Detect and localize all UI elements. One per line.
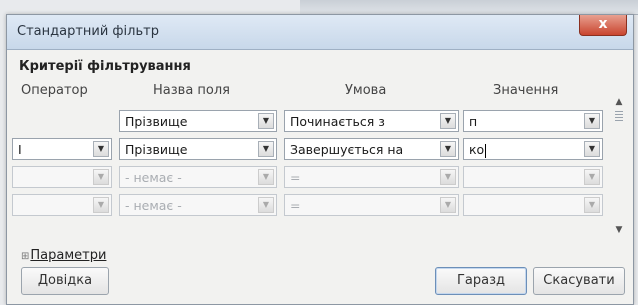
value-combo-2[interactable]: ко ▼ — [463, 138, 603, 160]
filter-criteria-title: Критерії фільтрування — [19, 59, 191, 74]
chevron-down-icon[interactable]: ▼ — [584, 169, 600, 185]
field-name-value: Прізвище — [125, 114, 188, 129]
chevron-down-icon[interactable]: ▼ — [440, 141, 456, 157]
field-name-select-1[interactable]: Прізвище ▼ — [119, 110, 277, 132]
header-field-name: Назва поля — [153, 83, 230, 98]
chevron-down-icon[interactable]: ▼ — [258, 113, 274, 129]
field-name-value: Прізвище — [125, 142, 188, 157]
chevron-down-icon[interactable]: ▼ — [93, 197, 109, 213]
close-button[interactable]: x — [579, 15, 627, 36]
chevron-down-icon[interactable]: ▼ — [584, 113, 600, 129]
value-combo-4[interactable]: ▼ — [463, 194, 603, 216]
scroll-down-icon[interactable]: ▼ — [613, 225, 625, 235]
title-bar: Стандартний фільтр x — [7, 15, 633, 50]
condition-value: = — [290, 198, 301, 213]
chevron-down-icon[interactable]: ▼ — [93, 169, 109, 185]
operator-value: І — [18, 142, 22, 157]
field-name-select-3[interactable]: - немає - ▼ — [119, 166, 277, 188]
value-text: ко — [469, 142, 485, 157]
operator-select-3[interactable]: ▼ — [12, 166, 112, 188]
chevron-down-icon[interactable]: ▼ — [440, 169, 456, 185]
value-combo-3[interactable]: ▼ — [463, 166, 603, 188]
chevron-down-icon[interactable]: ▼ — [258, 197, 274, 213]
chevron-down-icon[interactable]: ▼ — [584, 141, 600, 157]
header-condition: Умова — [345, 83, 387, 98]
chevron-down-icon[interactable]: ▼ — [258, 169, 274, 185]
cancel-button[interactable]: Скасувати — [533, 267, 625, 295]
chevron-down-icon[interactable]: ▼ — [258, 141, 274, 157]
scroll-grip-icon[interactable] — [615, 111, 623, 121]
scroll-up-icon[interactable]: ▲ — [613, 97, 625, 107]
header-value: Значення — [493, 83, 559, 98]
operator-select-4[interactable]: ▼ — [12, 194, 112, 216]
background-window — [300, 0, 638, 15]
criteria-scrollbar[interactable]: ▲ ▼ — [610, 97, 628, 243]
chevron-down-icon[interactable]: ▼ — [93, 141, 109, 157]
chevron-down-icon[interactable]: ▼ — [584, 197, 600, 213]
dialog-title: Стандартний фільтр — [17, 24, 159, 39]
field-name-value: - немає - — [125, 198, 182, 213]
chevron-down-icon[interactable]: ▼ — [440, 113, 456, 129]
field-name-select-4[interactable]: - немає - ▼ — [119, 194, 277, 216]
field-name-select-2[interactable]: Прізвище ▼ — [119, 138, 277, 160]
value-text: п — [469, 114, 478, 129]
condition-select-3[interactable]: = ▼ — [284, 166, 459, 188]
condition-value: Починається з — [290, 114, 385, 129]
condition-select-4[interactable]: = ▼ — [284, 194, 459, 216]
condition-select-2[interactable]: Завершується на ▼ — [284, 138, 459, 160]
options-expander[interactable]: ⊞Параметри — [21, 248, 106, 263]
value-combo-1[interactable]: п ▼ — [463, 110, 603, 132]
text-cursor — [485, 143, 487, 158]
plus-icon: ⊞ — [21, 251, 30, 262]
options-label: Параметри — [30, 248, 107, 263]
chevron-down-icon[interactable]: ▼ — [440, 197, 456, 213]
ok-button[interactable]: Гаразд — [435, 267, 527, 295]
value-text-field: ко — [469, 142, 487, 158]
close-icon: x — [598, 16, 608, 32]
help-button[interactable]: Довідка — [21, 267, 109, 295]
field-name-value: - немає - — [125, 170, 182, 185]
header-operator: Оператор — [21, 83, 88, 98]
standard-filter-dialog: Стандартний фільтр x Критерії фільтруван… — [6, 14, 634, 305]
condition-value: = — [290, 170, 301, 185]
condition-value: Завершується на — [290, 142, 404, 157]
operator-select-2[interactable]: І ▼ — [12, 138, 112, 160]
condition-select-1[interactable]: Починається з ▼ — [284, 110, 459, 132]
